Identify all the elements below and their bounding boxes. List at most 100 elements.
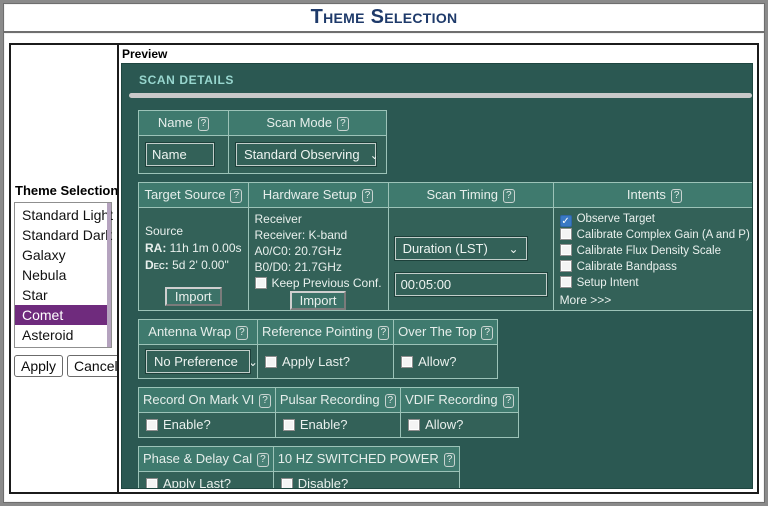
receiver-value: Receiver: K-band xyxy=(255,227,382,243)
pulsar-cell: Enable? xyxy=(275,413,400,438)
reference-pointing-checkbox[interactable] xyxy=(265,356,277,368)
hardware-title: Receiver xyxy=(255,211,382,227)
mark-vi-enable-checkbox[interactable] xyxy=(146,419,158,431)
dialog-content: Theme Selection Standard Light Standard … xyxy=(9,43,759,494)
over-the-top-checkbox[interactable] xyxy=(401,356,413,368)
help-icon[interactable]: ? xyxy=(230,189,242,203)
antenna-wrap-table: Antenna Wrap? Reference Pointing? Over T… xyxy=(138,319,498,379)
dec-label: Dec: xyxy=(145,258,169,272)
calibrate-complex-gain-checkbox[interactable] xyxy=(560,228,572,240)
chevron-down-icon: ⌄ xyxy=(248,358,258,366)
help-icon[interactable]: ? xyxy=(257,453,269,467)
theme-listbox[interactable]: Standard Light Standard Dark Galaxy Nebu… xyxy=(14,202,112,348)
ra-value: 11h 1m 0.00s xyxy=(170,241,242,255)
vdif-allow-checkbox[interactable] xyxy=(408,419,420,431)
ra-line: RA: 11h 1m 0.00s xyxy=(145,240,242,257)
intent-label: Calibrate Complex Gain (A and P) xyxy=(577,229,750,241)
antenna-wrap-cell: No Preference ⌄ xyxy=(139,345,258,379)
scan-mode-value: Standard Observing xyxy=(244,147,360,162)
intents-header: Intents? xyxy=(553,183,753,208)
pulsar-header-label: Pulsar Recording xyxy=(280,392,380,407)
intents-header-label: Intents xyxy=(627,187,666,202)
help-icon[interactable]: ? xyxy=(671,189,683,203)
import-hardware-button[interactable]: Import xyxy=(290,291,347,310)
intent-row: Setup Intent xyxy=(560,275,750,291)
duration-input[interactable] xyxy=(395,273,547,296)
switched-power-header-label: 10 HZ SWITCHED POWER xyxy=(278,451,439,466)
hardware-setup-header-label: Hardware Setup xyxy=(263,187,357,202)
help-icon[interactable]: ? xyxy=(503,189,515,203)
theme-option-standard-light[interactable]: Standard Light xyxy=(15,205,111,225)
scan-detail-tables: Name? Scan Mode? xyxy=(122,98,752,489)
help-icon[interactable]: ? xyxy=(378,326,390,340)
listbox-scrollbar[interactable] xyxy=(107,203,111,347)
phase-delay-header: Phase & Delay Cal? xyxy=(139,447,274,472)
intent-row: Calibrate Bandpass xyxy=(560,259,750,275)
intent-label: Calibrate Bandpass xyxy=(577,261,677,273)
vdif-cell: Allow? xyxy=(401,413,519,438)
intent-row: Calibrate Complex Gain (A and P) xyxy=(560,227,750,243)
a0c0-value: A0/C0: 20.7GHz xyxy=(255,243,382,259)
source-label: Source xyxy=(145,223,242,240)
timing-mode-select[interactable]: Duration (LST) ⌄ xyxy=(395,237,527,260)
calibrate-bandpass-checkbox[interactable] xyxy=(560,260,572,272)
pulsar-enable-checkbox[interactable] xyxy=(283,419,295,431)
import-source-button[interactable]: Import xyxy=(165,287,222,306)
disable-label: Disable? xyxy=(298,476,349,489)
help-icon[interactable]: ? xyxy=(198,117,210,131)
calibrate-flux-density-checkbox[interactable] xyxy=(560,244,572,256)
target-source-header: Target Source? xyxy=(139,183,249,208)
ra-label: RA: xyxy=(145,241,166,255)
intent-label: Observe Target xyxy=(577,213,655,225)
help-icon[interactable]: ? xyxy=(362,189,374,203)
theme-option-nebula[interactable]: Nebula xyxy=(15,265,111,285)
apply-button[interactable]: Apply xyxy=(14,355,63,377)
help-icon[interactable]: ? xyxy=(337,117,349,131)
preview-pane: Preview SCAN DETAILS Name? Scan Mode? xyxy=(117,43,759,494)
scan-timing-cell: Duration (LST) ⌄ xyxy=(388,208,553,311)
cancel-button[interactable]: Cancel xyxy=(67,355,125,377)
keep-previous-checkbox[interactable] xyxy=(255,277,267,289)
setup-intent-checkbox[interactable] xyxy=(560,276,572,288)
theme-option-star[interactable]: Star xyxy=(15,285,111,305)
observe-target-checkbox[interactable]: ✓ xyxy=(560,215,572,227)
reference-pointing-header: Reference Pointing? xyxy=(258,320,394,345)
help-icon[interactable]: ? xyxy=(503,394,515,408)
intent-row: Calibrate Flux Density Scale xyxy=(560,243,750,259)
check-icon: ✓ xyxy=(561,216,569,227)
name-cell xyxy=(139,136,229,174)
vdif-header: VDIF Recording? xyxy=(401,388,519,413)
title-separator xyxy=(4,31,764,34)
help-icon[interactable]: ? xyxy=(481,326,493,340)
dec-line: Dec: 5d 2' 0.00" xyxy=(145,257,242,274)
mark-vi-header: Record On Mark VI? xyxy=(139,388,276,413)
antenna-wrap-header-label: Antenna Wrap xyxy=(148,324,231,339)
help-icon[interactable]: ? xyxy=(444,453,456,467)
switched-power-header: 10 HZ SWITCHED POWER? xyxy=(273,447,460,472)
pulsar-header: Pulsar Recording? xyxy=(275,388,400,413)
theme-option-comet[interactable]: Comet xyxy=(15,305,111,325)
dec-value: 5d 2' 0.00" xyxy=(172,258,229,272)
keep-previous-row: Keep Previous Conf. xyxy=(255,275,382,291)
switched-power-disable-checkbox[interactable] xyxy=(281,478,293,489)
scan-details-title: SCAN DETAILS xyxy=(122,64,752,87)
mark-vi-cell: Enable? xyxy=(139,413,276,438)
hardware-setup-cell: Receiver Receiver: K-band A0/C0: 20.7GHz… xyxy=(248,208,388,311)
vdif-header-label: VDIF Recording xyxy=(405,392,497,407)
help-icon[interactable]: ? xyxy=(259,394,271,408)
more-intents-link[interactable]: More >>> xyxy=(560,293,750,307)
recording-table: Record On Mark VI? Pulsar Recording? VDI… xyxy=(138,387,519,438)
theme-option-galaxy[interactable]: Galaxy xyxy=(15,245,111,265)
name-header-label: Name xyxy=(158,115,193,130)
phase-delay-cell: Apply Last? xyxy=(139,472,274,490)
scan-timing-header: Scan Timing? xyxy=(388,183,553,208)
theme-option-asteroid[interactable]: Asteroid xyxy=(15,325,111,345)
antenna-wrap-select[interactable]: No Preference ⌄ xyxy=(146,350,250,373)
help-icon[interactable]: ? xyxy=(385,394,397,408)
theme-option-standard-dark[interactable]: Standard Dark xyxy=(15,225,111,245)
phase-delay-apply-checkbox[interactable] xyxy=(146,478,158,489)
apply-last-row: Apply Last? xyxy=(265,354,350,369)
name-input[interactable] xyxy=(146,143,214,166)
help-icon[interactable]: ? xyxy=(236,326,248,340)
scan-mode-select[interactable]: Standard Observing ⌄ xyxy=(236,143,376,166)
